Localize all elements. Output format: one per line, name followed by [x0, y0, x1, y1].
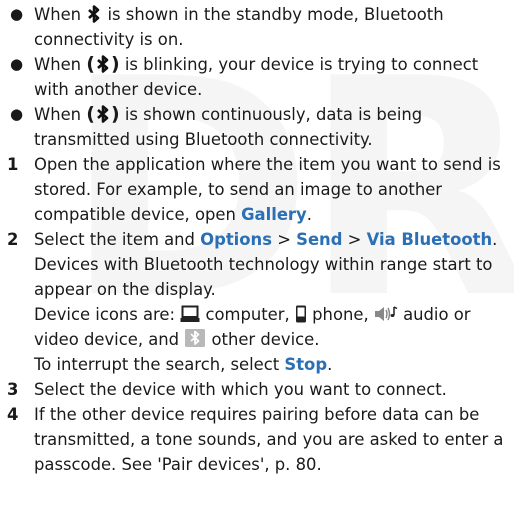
bullet-dot: ● [10, 55, 24, 73]
computer-icon [180, 305, 200, 322]
step-2-discovery-text: Devices with Bluetooth technology within… [34, 255, 493, 299]
step-2-instruction: Select the item and Options > Send > Via… [34, 230, 498, 249]
step-1: 1 Open the application where the item yo… [4, 152, 508, 227]
audio-video-icon [374, 306, 398, 321]
bullet-continuous: ● When () is shown continuously, data is… [10, 103, 423, 149]
bullet-dot: ● [10, 5, 24, 23]
device-icons-line: Device icons are: computer, phone, audio… [34, 305, 471, 349]
bullet-dot: ● [10, 105, 24, 123]
stop-link[interactable]: Stop [284, 355, 327, 374]
bullet-blinking: ● When () is blinking, your device is tr… [10, 53, 479, 99]
gallery-link[interactable]: Gallery [241, 205, 307, 224]
step-number: 4 [7, 405, 19, 424]
step-3: 3 Select the device with which you want … [4, 377, 508, 402]
step-number: 2 [7, 230, 19, 249]
bluetooth-icon [97, 55, 109, 73]
bluetooth-icon [88, 5, 100, 23]
step-number: 1 [7, 155, 19, 174]
options-link[interactable]: Options [200, 230, 272, 249]
step-4: 4 If the other device requires pairing b… [4, 402, 508, 477]
interrupt-line: To interrupt the search, select Stop. [34, 355, 333, 374]
step-number: 3 [7, 380, 19, 399]
bluetooth-icon [97, 105, 109, 123]
send-link[interactable]: Send [296, 230, 342, 249]
bullet-standby: ● When is shown in the standby mode, Blu… [4, 2, 508, 52]
step-2: 2 Select the item and Options > Send > V… [4, 227, 508, 377]
via-bluetooth-link[interactable]: Via Bluetooth [367, 230, 493, 249]
instructions: ● When is shown in the standby mode, Blu… [0, 0, 514, 477]
other-device-icon [185, 329, 206, 347]
phone-icon [295, 305, 306, 323]
